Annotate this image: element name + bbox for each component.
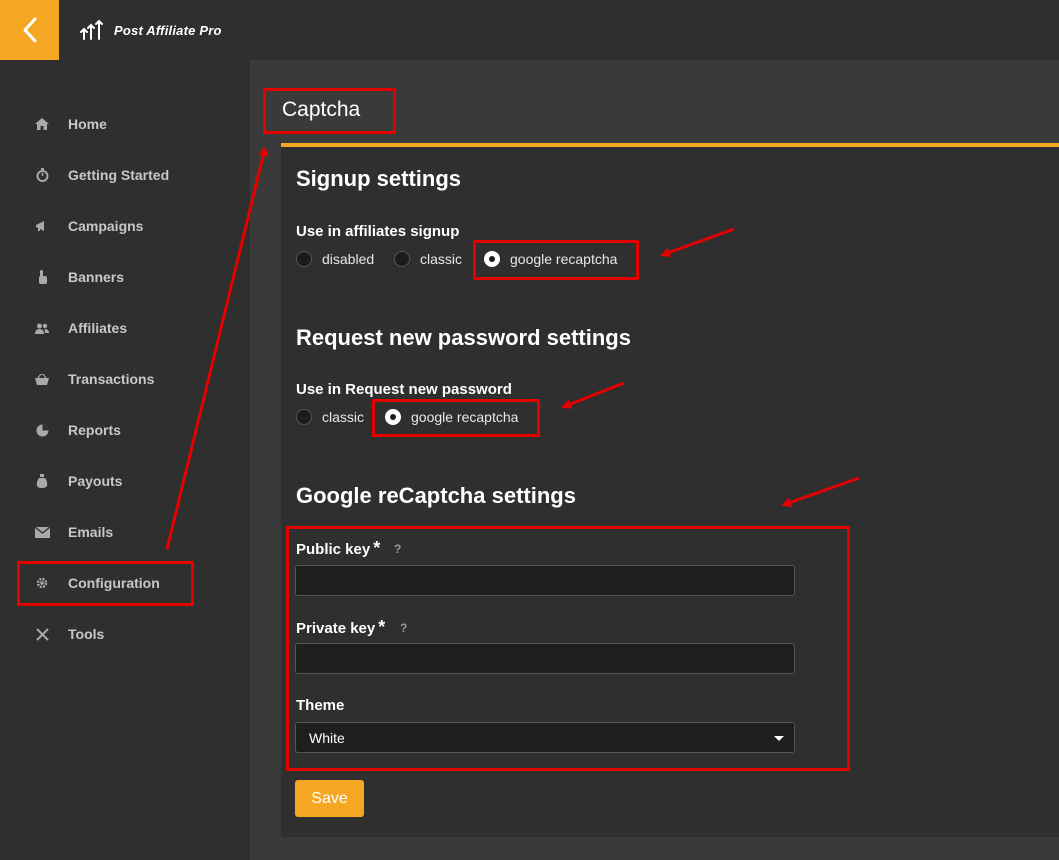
tools-icon xyxy=(34,626,50,642)
signup-settings-title: Signup settings xyxy=(296,166,461,191)
stopwatch-icon xyxy=(34,167,50,183)
radio-button[interactable] xyxy=(296,251,312,267)
radio-button[interactable] xyxy=(394,251,410,267)
sidebar-item-home[interactable]: Home xyxy=(34,112,107,136)
pie-chart-icon xyxy=(34,422,50,438)
annotation-box-configuration xyxy=(17,561,194,606)
sidebar-item-label: Payouts xyxy=(68,473,123,489)
envelope-icon xyxy=(34,524,50,540)
annotation-box-password-option xyxy=(372,399,540,437)
sidebar-item-tools[interactable]: Tools xyxy=(34,622,104,646)
app-logo[interactable]: Post Affiliate Pro xyxy=(80,19,222,41)
sidebar-item-label: Affiliates xyxy=(68,320,128,336)
top-bar: Post Affiliate Pro xyxy=(0,0,1059,60)
signup-radio-disabled[interactable]: disabled xyxy=(296,251,374,267)
annotation-box-page-title xyxy=(263,88,396,134)
radio-button[interactable] xyxy=(296,409,312,425)
signup-radio-classic[interactable]: classic xyxy=(394,251,462,267)
sidebar-item-label: Campaigns xyxy=(68,218,144,234)
sidebar-item-reports[interactable]: Reports xyxy=(34,418,121,442)
sidebar-item-label: Transactions xyxy=(68,371,155,387)
sidebar-item-emails[interactable]: Emails xyxy=(34,520,113,544)
app-name: Post Affiliate Pro xyxy=(114,22,222,38)
sidebar-item-label: Emails xyxy=(68,524,114,540)
sidebar-item-campaigns[interactable]: Campaigns xyxy=(34,214,143,238)
sidebar-item-label: Home xyxy=(68,116,107,132)
sidebar-item-label: Banners xyxy=(68,269,125,285)
basket-icon xyxy=(34,371,50,387)
password-radio-classic[interactable]: classic xyxy=(296,409,364,425)
password-usage-label: Use in Request new password xyxy=(296,381,512,398)
save-button[interactable]: Save xyxy=(295,780,364,817)
money-bag-icon xyxy=(34,473,50,489)
sidebar-item-transactions[interactable]: Transactions xyxy=(34,367,154,391)
signup-usage-label: Use in affiliates signup xyxy=(296,223,460,240)
users-icon xyxy=(34,320,50,336)
sidebar-item-label: Tools xyxy=(68,626,105,642)
sidebar-item-banners[interactable]: Banners xyxy=(34,265,124,289)
annotation-box-recaptcha-fields xyxy=(286,526,850,771)
radio-label: disabled xyxy=(322,251,375,267)
sidebar-item-payouts[interactable]: Payouts xyxy=(34,469,122,493)
radio-label: classic xyxy=(420,251,463,267)
annotation-box-signup-option xyxy=(473,240,639,280)
sidebar-item-getting-started[interactable]: Getting Started xyxy=(34,163,169,187)
megaphone-icon xyxy=(34,218,50,234)
recaptcha-settings-title: Google reCaptcha settings xyxy=(296,483,576,508)
chevron-left-icon xyxy=(23,17,36,43)
sidebar-item-label: Reports xyxy=(68,422,121,438)
back-button[interactable] xyxy=(0,0,59,60)
home-icon xyxy=(34,116,50,132)
hand-pointer-icon xyxy=(34,269,50,285)
password-settings-title: Request new password settings xyxy=(296,325,631,350)
radio-label: classic xyxy=(322,409,365,425)
sidebar: Home Getting Started Campaigns Banners A… xyxy=(0,60,250,860)
logo-arrows-icon xyxy=(80,19,103,40)
sidebar-item-label: Getting Started xyxy=(68,167,170,183)
sidebar-item-affiliates[interactable]: Affiliates xyxy=(34,316,127,340)
